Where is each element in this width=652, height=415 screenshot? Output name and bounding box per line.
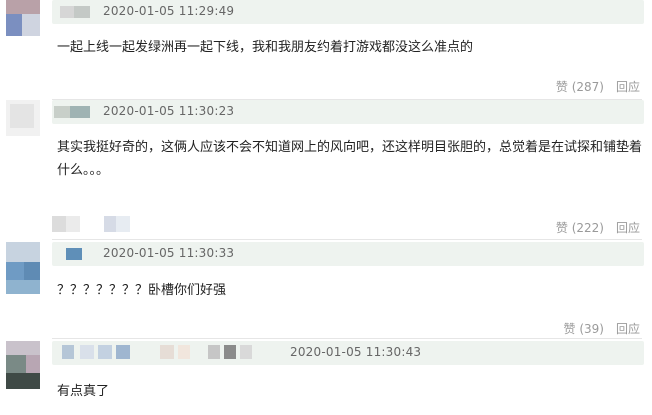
comment-item: 2020-01-05 11:30:23 其实我挺好奇的，这俩人应该不会不知道网上… <box>0 100 652 240</box>
username-blurred[interactable] <box>60 6 92 18</box>
reply-button[interactable]: 回应 <box>616 80 640 94</box>
comment-item: 2020-01-05 11:30:43 有点真了 <box>0 341 652 415</box>
comment-divider <box>52 338 642 339</box>
comment-timestamp: 2020-01-05 11:29:49 <box>103 4 235 18</box>
comment-text: ？？？？？？？卧槽你们好强 <box>57 283 227 298</box>
comment-timestamp: 2020-01-05 11:30:43 <box>290 345 422 359</box>
comment-item: 2020-01-05 11:29:49 一起上线一起发绿洲再一起下线，我和我朋友… <box>0 0 652 100</box>
comment-timestamp: 2020-01-05 11:30:23 <box>103 104 235 118</box>
like-button[interactable]: 赞 (287) <box>556 80 604 94</box>
comment-item: 2020-01-05 11:30:33 ？？？？？？？卧槽你们好强 赞 (39)… <box>0 242 652 339</box>
comment-actions: 赞 (222) 回应 <box>556 219 640 236</box>
comment-text: 一起上线一起发绿洲再一起下线，我和我朋友约着打游戏都没这么准点的 <box>57 40 474 55</box>
avatar[interactable] <box>6 341 40 389</box>
avatar[interactable] <box>6 242 40 294</box>
like-button[interactable]: 赞 (39) <box>564 322 604 336</box>
username-blurred[interactable] <box>54 106 94 118</box>
username-blurred[interactable] <box>66 248 86 260</box>
username-blurred <box>52 216 132 232</box>
reply-button[interactable]: 回应 <box>616 322 640 336</box>
comment-timestamp: 2020-01-05 11:30:33 <box>103 246 235 260</box>
comment-actions: 赞 (287) 回应 <box>556 78 640 95</box>
username-blurred[interactable] <box>62 345 272 359</box>
like-button[interactable]: 赞 (222) <box>556 221 604 235</box>
comment-actions: 赞 (39) 回应 <box>564 320 640 337</box>
avatar[interactable] <box>6 100 40 136</box>
comment-text: 其实我挺好奇的，这俩人应该不会不知道网上的风向吧，还这样明目张胆的，总觉着是在试… <box>57 140 643 178</box>
avatar[interactable] <box>6 0 40 36</box>
comment-divider <box>52 239 642 240</box>
reply-button[interactable]: 回应 <box>616 221 640 235</box>
comment-text: 有点真了 <box>57 384 110 399</box>
